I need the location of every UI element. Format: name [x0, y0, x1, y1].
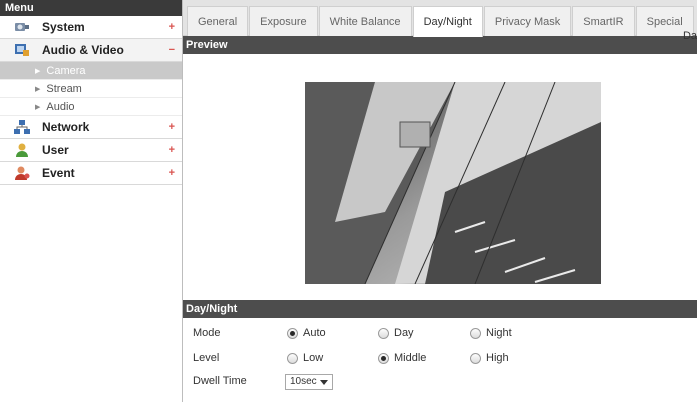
tab-day-night[interactable]: Day/Night — [412, 6, 483, 37]
sidebar-item-user[interactable]: User + — [0, 139, 182, 162]
sidebar-item-label: User — [42, 143, 69, 157]
tab-bar: General Exposure White Balance Day/Night… — [183, 0, 697, 42]
sidebar-subitem-stream[interactable]: ▶ Stream — [0, 80, 182, 98]
radio-label: High — [486, 352, 509, 364]
mode-day-radio[interactable]: Day — [378, 327, 414, 339]
radio-label: Night — [486, 327, 512, 339]
tab-general[interactable]: General — [187, 6, 249, 36]
radio-label: Low — [303, 352, 324, 364]
radio-icon — [378, 327, 389, 339]
triangle-right-icon: ▶ — [35, 85, 41, 93]
level-low-radio[interactable]: Low — [287, 352, 323, 364]
audio-video-icon — [14, 43, 30, 57]
audio-video-submenu: ▶ Camera ▶ Stream ▶ Audio — [0, 62, 182, 116]
sidebar-item-label: Audio & Video — [42, 43, 124, 57]
sub-item-label: Stream — [46, 82, 82, 95]
sidebar-item-event[interactable]: Event + — [0, 162, 182, 185]
preview-header: Preview — [183, 36, 697, 54]
radio-icon — [287, 327, 298, 339]
main-panel: General Exposure White Balance Day/Night… — [183, 0, 697, 402]
day-night-header: Day/Night — [183, 300, 697, 318]
level-high-radio[interactable]: High — [470, 352, 509, 364]
preview-area — [183, 54, 697, 299]
sidebar-item-system[interactable]: System + — [0, 16, 182, 39]
sub-item-label: Audio — [46, 100, 75, 113]
level-label: Level — [193, 352, 220, 364]
radio-icon — [287, 352, 298, 364]
radio-label: Middle — [394, 352, 427, 364]
sidebar-item-label: Event — [42, 166, 75, 180]
event-icon — [14, 166, 30, 180]
expand-icon[interactable]: + — [169, 167, 175, 179]
menu-title: Menu — [0, 0, 182, 16]
tab-exposure[interactable]: Exposure — [249, 6, 318, 36]
level-middle-radio[interactable]: Middle — [378, 352, 426, 364]
radio-label: Auto — [303, 327, 326, 339]
radio-label: Day — [394, 327, 414, 339]
tab-white-balance[interactable]: White Balance — [318, 6, 412, 36]
mode-night-radio[interactable]: Night — [470, 327, 512, 339]
mode-auto-radio[interactable]: Auto — [287, 327, 326, 339]
sidebar: Menu System + Audio & Video − ▶ Camera ▶… — [0, 0, 183, 402]
sidebar-item-audio-video[interactable]: Audio & Video − — [0, 39, 182, 62]
radio-icon — [470, 327, 481, 339]
camera-preview-image — [305, 82, 601, 284]
dwell-time-row: Dwell Time 10sec — [183, 371, 697, 393]
mode-label: Mode — [193, 327, 221, 339]
sidebar-subitem-camera[interactable]: ▶ Camera — [0, 62, 182, 80]
expand-icon[interactable]: + — [169, 144, 175, 156]
dwell-time-select[interactable]: 10sec — [285, 374, 333, 390]
sidebar-item-label: Network — [42, 120, 90, 134]
system-icon — [14, 20, 30, 34]
network-icon — [14, 120, 30, 134]
collapse-icon[interactable]: − — [169, 44, 175, 56]
triangle-right-icon: ▶ — [35, 103, 41, 111]
mode-row: Mode Auto Day Night — [183, 323, 697, 345]
dwell-time-label: Dwell Time — [193, 375, 247, 387]
sidebar-item-network[interactable]: Network + — [0, 116, 182, 139]
sidebar-item-label: System — [42, 20, 85, 34]
triangle-right-icon: ▶ — [35, 67, 41, 75]
sub-item-label: Camera — [46, 64, 86, 77]
select-value: 10sec — [290, 376, 317, 387]
level-row: Level Low Middle High — [183, 348, 697, 370]
user-icon — [14, 143, 30, 157]
chevron-down-icon — [320, 380, 328, 385]
tab-smartir[interactable]: SmartIR — [572, 6, 635, 36]
radio-icon — [378, 352, 389, 364]
expand-icon[interactable]: + — [169, 21, 175, 33]
app-root: Menu System + Audio & Video − ▶ Camera ▶… — [0, 0, 697, 402]
expand-icon[interactable]: + — [169, 121, 175, 133]
radio-icon — [470, 352, 481, 364]
sidebar-subitem-audio[interactable]: ▶ Audio — [0, 98, 182, 116]
tab-privacy-mask[interactable]: Privacy Mask — [483, 6, 572, 36]
tab-overflow-text: Da — [682, 30, 697, 42]
